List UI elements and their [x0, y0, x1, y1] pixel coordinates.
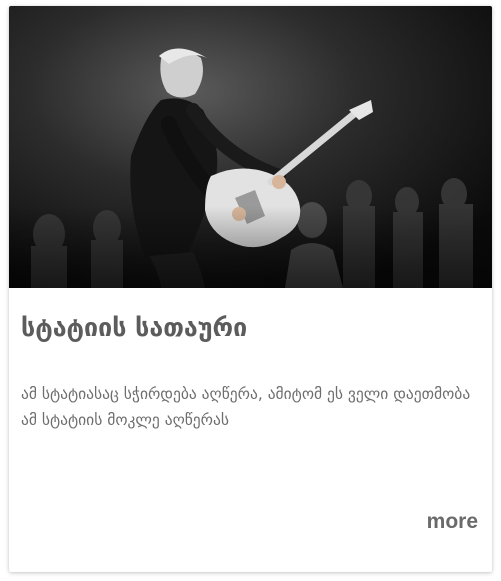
article-title: სტატიის სათაური	[21, 313, 248, 342]
more-link[interactable]: more	[427, 508, 478, 536]
article-card: სტატიის სათაური ამ სტატიასაც სჭირდება აღ…	[9, 6, 492, 572]
article-image	[9, 6, 492, 288]
article-description: ამ სტატიასაც სჭირდება აღწერა, ამიტომ ეს …	[21, 385, 471, 429]
